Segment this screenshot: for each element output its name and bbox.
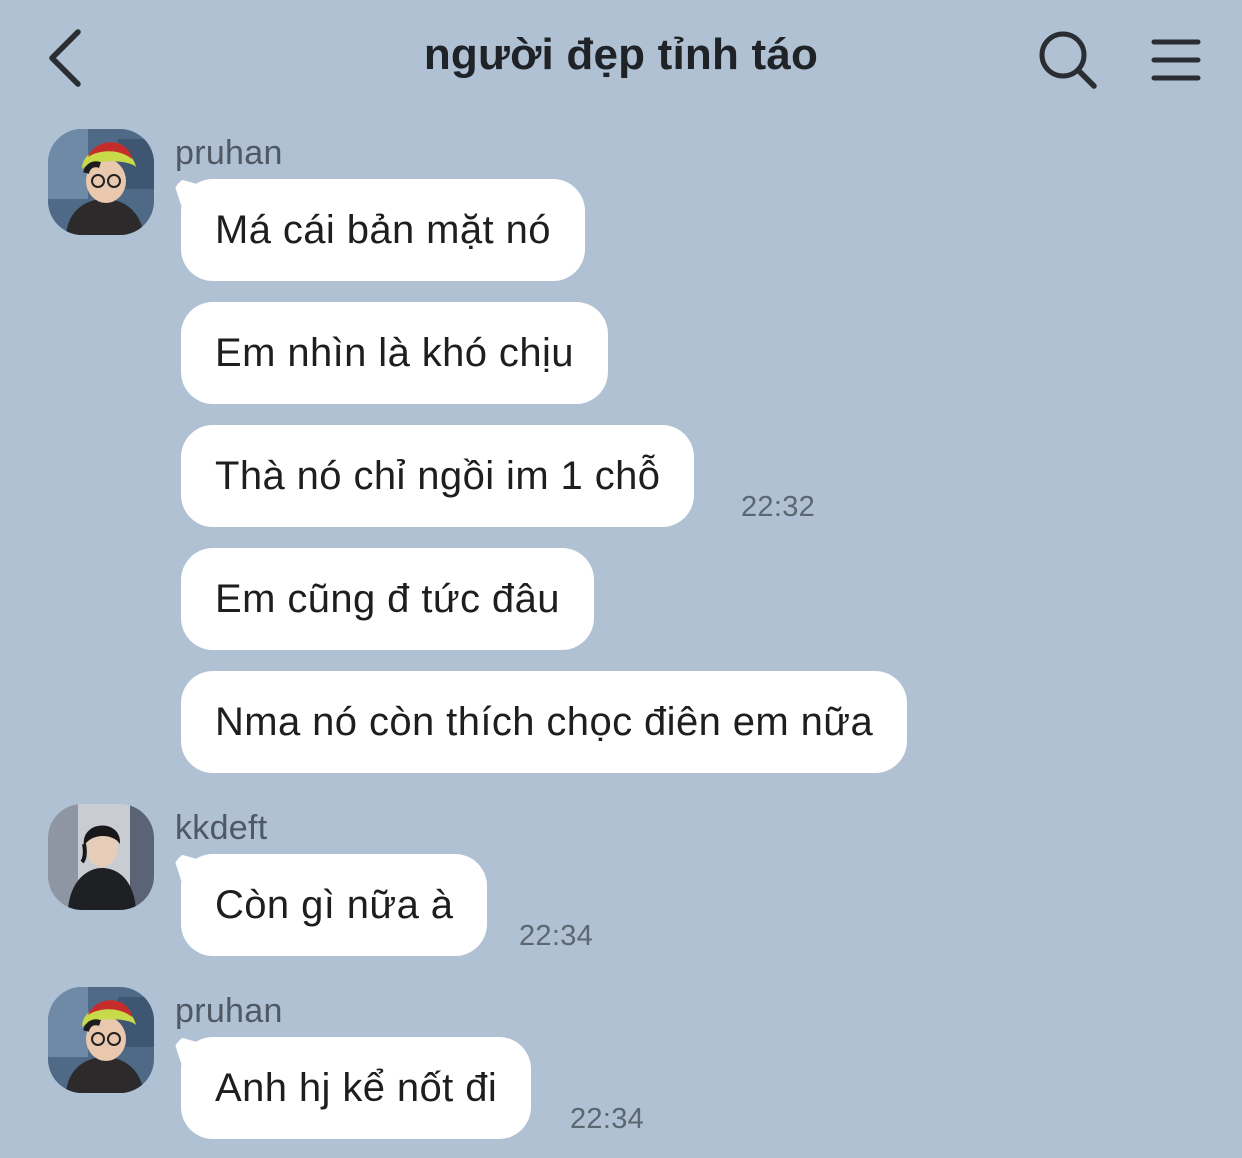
avatar-image [48, 987, 154, 1093]
message-text: Còn gì nữa à [215, 883, 454, 927]
message-timestamp: 22:34 [570, 1103, 645, 1135]
message-bubble[interactable]: Má cái bản mặt nó [181, 179, 585, 281]
message-timestamp: 22:32 [741, 491, 816, 523]
avatar-pruhan[interactable] [48, 129, 154, 235]
sender-name: kkdeft [175, 809, 268, 847]
hamburger-menu-icon [1151, 39, 1201, 81]
message-bubble[interactable]: Anh hj kể nốt đi [181, 1037, 532, 1139]
menu-button[interactable] [1146, 30, 1206, 90]
message-bubble[interactable]: Nma nó còn thích chọc điên em nữa [181, 671, 908, 773]
message-text: Thà nó chỉ ngồi im 1 chỗ [215, 454, 661, 498]
sender-name: pruhan [175, 992, 283, 1030]
avatar-kkdeft[interactable] [48, 804, 154, 910]
avatar-pruhan[interactable] [48, 987, 154, 1093]
message-text: Nma nó còn thích chọc điên em nữa [215, 700, 874, 744]
avatar-image [48, 804, 154, 910]
chat-header: người đẹp tỉnh táo [0, 0, 1242, 118]
sender-name: pruhan [175, 134, 283, 172]
message-bubble[interactable]: Thà nó chỉ ngồi im 1 chỗ [181, 425, 695, 527]
message-text: Em nhìn là khó chịu [215, 331, 574, 375]
message-text: Má cái bản mặt nó [215, 208, 551, 252]
message-bubble[interactable]: Còn gì nữa à [181, 854, 488, 956]
search-button[interactable] [1036, 28, 1100, 92]
avatar-image [48, 129, 154, 235]
message-timestamp: 22:34 [519, 920, 594, 952]
message-bubble[interactable]: Em nhìn là khó chịu [181, 302, 608, 404]
search-icon [1039, 31, 1097, 89]
message-text: Em cũng đ tức đâu [215, 577, 560, 621]
message-bubble[interactable]: Em cũng đ tức đâu [181, 548, 594, 650]
message-text: Anh hj kể nốt đi [215, 1066, 498, 1110]
